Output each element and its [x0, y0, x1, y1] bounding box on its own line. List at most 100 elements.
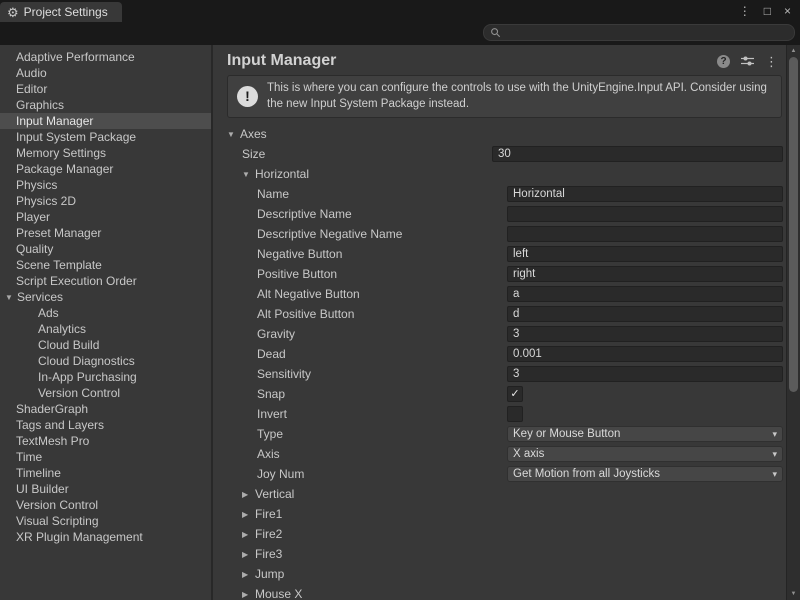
property-row-size: Size	[213, 144, 786, 164]
label-alt-positive-button: Alt Positive Button	[227, 307, 507, 321]
axes-property-list: ▼Axes Size ▼Horizontal Name Descriptive Name…	[213, 124, 786, 600]
sidebar-item-label: Input System Package	[16, 130, 136, 144]
sidebar-item-services[interactable]: ▼Services	[0, 289, 211, 305]
sidebar-item-input-manager[interactable]: Input Manager	[0, 113, 211, 129]
sidebar-item-script-execution-order[interactable]: Script Execution Order	[0, 273, 211, 289]
sidebar-item-label: Graphics	[16, 98, 64, 112]
field-descriptive-negative-name[interactable]	[507, 226, 783, 242]
sidebar-item-editor[interactable]: Editor	[0, 81, 211, 97]
sidebar-item-timeline[interactable]: Timeline	[0, 465, 211, 481]
property-value: ✓	[507, 386, 786, 402]
sidebar-item-graphics[interactable]: Graphics	[0, 97, 211, 113]
kebab-menu-icon[interactable]: ⋮	[765, 55, 778, 68]
field-dead[interactable]	[507, 346, 783, 362]
triangle-right-icon[interactable]: ▶	[242, 550, 255, 559]
window-titlebar: ⚙ Project Settings ⋮ □ ×	[0, 0, 800, 22]
sidebar-item-services-version-control[interactable]: Version Control	[0, 385, 211, 401]
triangle-down-icon[interactable]: ▼	[5, 293, 17, 302]
sidebar-item-player[interactable]: Player	[0, 209, 211, 225]
foldout-fire3[interactable]: ▶Fire3	[227, 547, 492, 561]
triangle-right-icon[interactable]: ▶	[242, 530, 255, 539]
sidebar-item-shadergraph[interactable]: ShaderGraph	[0, 401, 211, 417]
property-value	[492, 146, 786, 162]
property-row-jump: ▶Jump	[213, 564, 786, 584]
sidebar-item-services-cloud-diagnostics[interactable]: Cloud Diagnostics	[0, 353, 211, 369]
property-value	[507, 186, 786, 202]
property-label: Descriptive Name	[257, 207, 352, 221]
foldout-jump[interactable]: ▶Jump	[227, 567, 492, 581]
field-alt-positive-button[interactable]	[507, 306, 783, 322]
foldout-fire2[interactable]: ▶Fire2	[227, 527, 492, 541]
label-dead: Dead	[227, 347, 507, 361]
field-size[interactable]	[492, 146, 783, 162]
sidebar-item-version-control[interactable]: Version Control	[0, 497, 211, 513]
dropdown-joy-num[interactable]: Get Motion from all Joysticks▾	[507, 466, 783, 482]
foldout-mouse-x[interactable]: ▶Mouse X	[227, 587, 492, 600]
help-icon[interactable]: ?	[717, 55, 730, 68]
project-settings-window: ⚙ Project Settings ⋮ □ × Adaptive Perfor…	[0, 0, 800, 600]
sidebar-item-services-analytics[interactable]: Analytics	[0, 321, 211, 337]
sidebar-item-time[interactable]: Time	[0, 449, 211, 465]
sidebar-item-tags-and-layers[interactable]: Tags and Layers	[0, 417, 211, 433]
sidebar-item-adaptive-performance[interactable]: Adaptive Performance	[0, 49, 211, 65]
sidebar-item-audio[interactable]: Audio	[0, 65, 211, 81]
dropdown-axis[interactable]: X axis▾	[507, 446, 783, 462]
sidebar-item-visual-scripting[interactable]: Visual Scripting	[0, 513, 211, 529]
sidebar-item-ui-builder[interactable]: UI Builder	[0, 481, 211, 497]
foldout-fire1[interactable]: ▶Fire1	[227, 507, 492, 521]
vertical-scrollbar[interactable]: ▲ ▼	[786, 45, 800, 600]
sidebar-item-memory-settings[interactable]: Memory Settings	[0, 145, 211, 161]
field-descriptive-name[interactable]	[507, 206, 783, 222]
triangle-down-icon[interactable]: ▼	[242, 170, 255, 179]
close-icon[interactable]: ×	[784, 4, 791, 18]
maximize-icon[interactable]: □	[764, 4, 771, 18]
label-name: Name	[227, 187, 507, 201]
sidebar-item-preset-manager[interactable]: Preset Manager	[0, 225, 211, 241]
field-name[interactable]	[507, 186, 783, 202]
sidebar-item-services-cloud-build[interactable]: Cloud Build	[0, 337, 211, 353]
field-alt-negative-button[interactable]	[507, 286, 783, 302]
property-row-fire3: ▶Fire3	[213, 544, 786, 564]
checkbox-invert[interactable]	[507, 406, 523, 422]
scrollbar-thumb[interactable]	[789, 57, 798, 392]
triangle-down-icon[interactable]: ▼	[227, 130, 240, 139]
dropdown-type[interactable]: Key or Mouse Button▾	[507, 426, 783, 442]
foldout-axes[interactable]: ▼Axes	[227, 127, 477, 141]
property-label: Negative Button	[257, 247, 342, 261]
field-negative-button[interactable]	[507, 246, 783, 262]
sidebar-item-services-in-app-purchasing[interactable]: In-App Purchasing	[0, 369, 211, 385]
property-label: Fire3	[255, 547, 282, 561]
search-input[interactable]	[506, 26, 788, 38]
sidebar-item-quality[interactable]: Quality	[0, 241, 211, 257]
triangle-right-icon[interactable]: ▶	[242, 570, 255, 579]
project-settings-tab[interactable]: ⚙ Project Settings	[0, 2, 122, 22]
sidebar-item-input-system-package[interactable]: Input System Package	[0, 129, 211, 145]
foldout-horizontal[interactable]: ▼Horizontal	[227, 167, 492, 181]
search-box[interactable]	[483, 24, 795, 41]
property-label: Joy Num	[257, 467, 304, 481]
sidebar-item-scene-template[interactable]: Scene Template	[0, 257, 211, 273]
checkbox-snap[interactable]: ✓	[507, 386, 523, 402]
field-sensitivity[interactable]	[507, 366, 783, 382]
scroll-up-icon[interactable]: ▲	[787, 48, 800, 54]
sidebar-item-xr-plugin-management[interactable]: XR Plugin Management	[0, 529, 211, 545]
kebab-menu-icon[interactable]: ⋮	[739, 4, 751, 18]
scroll-down-icon[interactable]: ▼	[787, 591, 800, 597]
triangle-right-icon[interactable]: ▶	[242, 490, 255, 499]
sidebar-item-services-ads[interactable]: Ads	[0, 305, 211, 321]
presets-icon[interactable]	[741, 55, 754, 67]
foldout-vertical[interactable]: ▶Vertical	[227, 487, 492, 501]
sidebar-item-physics-2d[interactable]: Physics 2D	[0, 193, 211, 209]
sidebar-item-physics[interactable]: Physics	[0, 177, 211, 193]
field-gravity[interactable]	[507, 326, 783, 342]
label-size: Size	[227, 147, 492, 161]
sidebar-item-textmesh-pro[interactable]: TextMesh Pro	[0, 433, 211, 449]
sidebar-item-label: Audio	[16, 66, 47, 80]
triangle-right-icon[interactable]: ▶	[242, 590, 255, 599]
property-row-dead: Dead	[213, 344, 786, 364]
input-manager-pane: Input Manager ? ⋮ ! This is where you ca…	[213, 45, 786, 600]
triangle-right-icon[interactable]: ▶	[242, 510, 255, 519]
sidebar-item-label: Package Manager	[16, 162, 113, 176]
sidebar-item-package-manager[interactable]: Package Manager	[0, 161, 211, 177]
field-positive-button[interactable]	[507, 266, 783, 282]
